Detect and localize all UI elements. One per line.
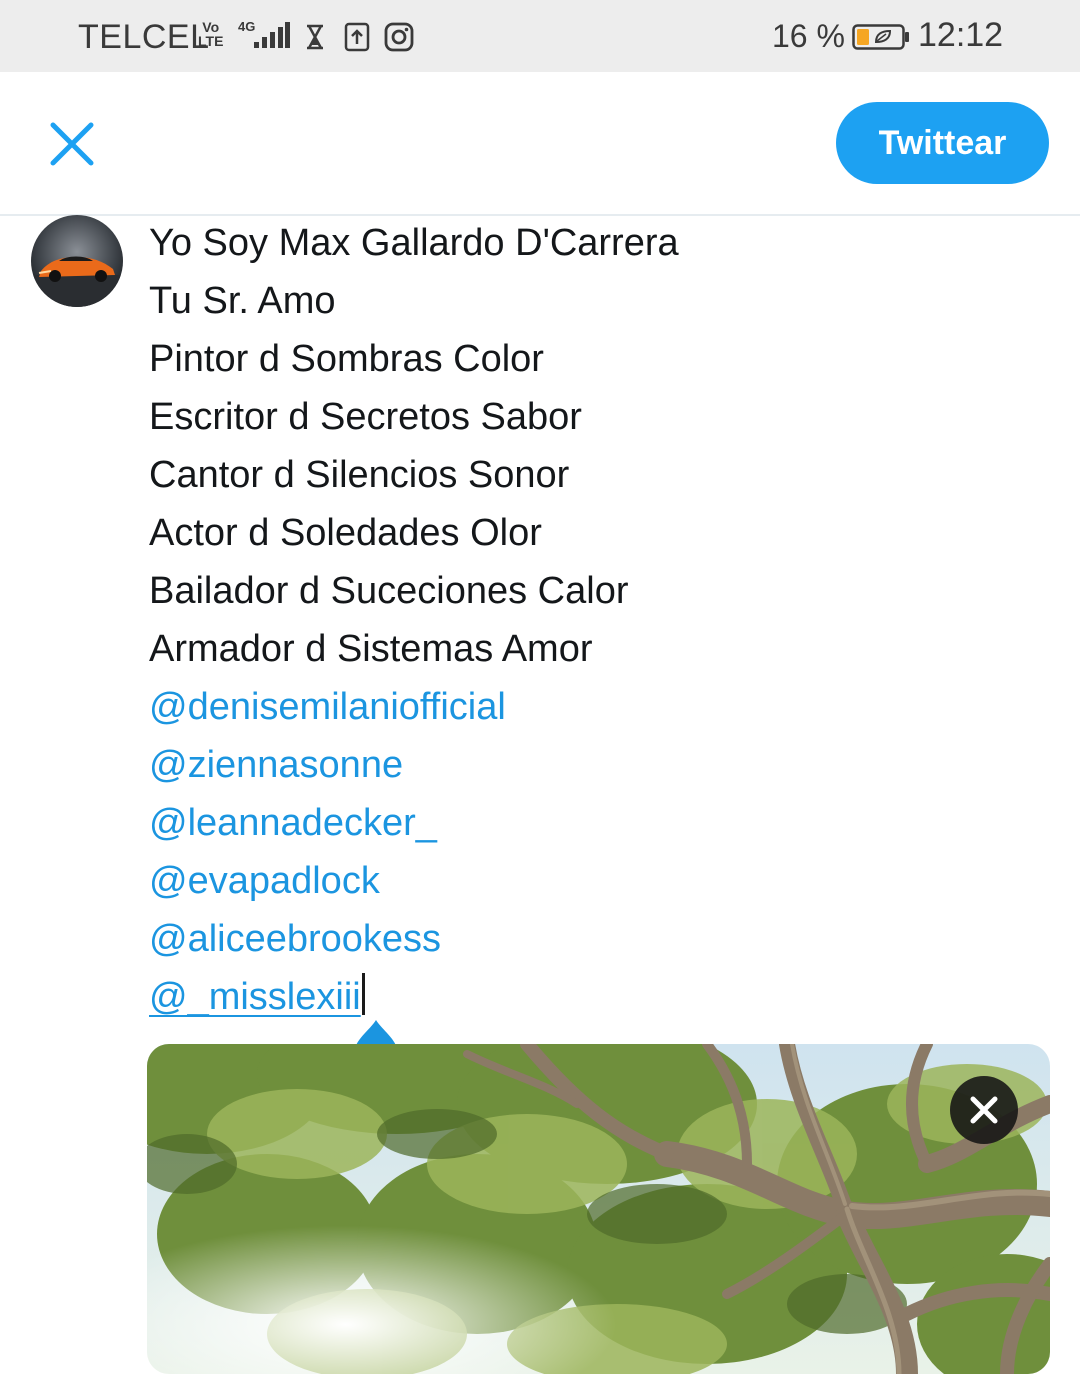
volte-icon: Vo LTE <box>198 20 223 48</box>
carrier-name: TELCEL <box>78 18 210 56</box>
clock: 12:12 <box>918 16 1004 54</box>
upload-icon <box>344 22 370 52</box>
tweet-text-line: Armador d Sistemas Amor <box>149 628 593 670</box>
avatar[interactable] <box>31 215 123 307</box>
tweet-text-line: Yo Soy Max Gallardo D'Carrera <box>149 222 679 264</box>
battery-percent: 16 % <box>772 18 845 54</box>
mention-link[interactable]: @denisemilaniofficial <box>149 678 1049 736</box>
tweet-text-line: Escritor d Secretos Sabor <box>149 396 582 438</box>
tree-photo-image <box>147 1044 1050 1374</box>
tweet-text-line: Actor d Soledades Olor <box>149 512 542 554</box>
mention-link[interactable]: @leannadecker_ <box>149 794 1049 852</box>
active-mention[interactable]: @_misslexiii <box>149 976 361 1018</box>
volte-top-label: Vo <box>202 19 220 35</box>
mention-link[interactable]: @evapadlock <box>149 852 1049 910</box>
network-type: 4G <box>238 19 256 34</box>
avatar-car-image <box>31 215 123 307</box>
signal-icon <box>254 22 290 48</box>
attached-photo[interactable] <box>147 1044 1050 1374</box>
mention-link[interactable]: @aliceebrookess <box>149 910 1049 968</box>
hourglass-icon <box>307 24 323 50</box>
instagram-icon <box>384 22 414 52</box>
close-icon[interactable] <box>46 118 98 170</box>
tweet-button[interactable]: Twittear <box>836 102 1049 184</box>
close-icon <box>970 1096 998 1124</box>
tweet-text-line: Tu Sr. Amo <box>149 280 336 322</box>
remove-photo-button[interactable] <box>950 1076 1018 1144</box>
tweet-text-line: Cantor d Silencios Sonor <box>149 454 570 496</box>
active-mention-line[interactable]: @_misslexiii <box>149 968 1049 1026</box>
compose-header: Twittear <box>0 72 1080 216</box>
mention-link[interactable]: @ziennasonne <box>149 736 1049 794</box>
tweet-text-line: Bailador d Suceciones Calor <box>149 570 629 612</box>
status-bar: TELCEL Vo LTE 4G 16 % 12:12 <box>0 0 1080 72</box>
tweet-compose-text[interactable]: Yo Soy Max Gallardo D'Carrera Tu Sr. Amo… <box>149 214 1049 1026</box>
text-cursor <box>361 973 365 1015</box>
volte-bottom-label: LTE <box>198 33 224 49</box>
tweet-text-line: Pintor d Sombras Color <box>149 338 544 380</box>
battery-icon <box>852 24 909 50</box>
